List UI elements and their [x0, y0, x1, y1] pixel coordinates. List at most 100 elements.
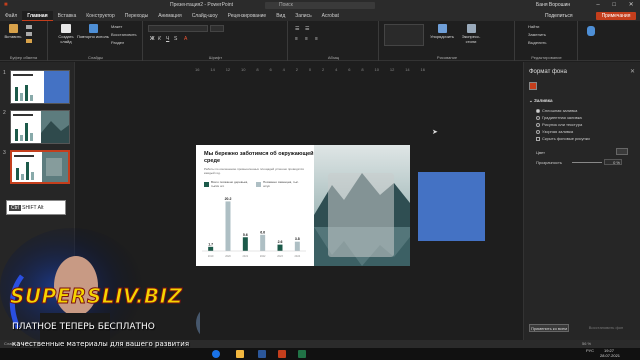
reset-background-button[interactable]: Восстановить фон — [582, 324, 630, 332]
select-button[interactable]: Выделить — [528, 40, 546, 45]
blue-rectangle-shape[interactable] — [418, 172, 485, 241]
fill-section-header[interactable]: ⌄ Заливка — [529, 98, 553, 104]
brand-subtagline: качественные материалы для вашего развит… — [12, 340, 190, 348]
reuse-slides-label: Повторно использовать слайды — [77, 34, 109, 39]
excel-icon[interactable] — [298, 350, 306, 358]
thumb-number: 2 — [3, 110, 6, 116]
picture-fill-option[interactable]: Рисунок или текстура — [536, 122, 582, 127]
chart-bar[interactable] — [277, 244, 283, 251]
slide-headline[interactable]: Мы бережно заботимся об окружающей среде — [204, 151, 314, 165]
word-icon[interactable] — [258, 350, 266, 358]
share-button[interactable]: Поделиться — [545, 12, 573, 20]
pane-close-icon[interactable]: ✕ — [630, 68, 635, 75]
reuse-slides-icon — [88, 24, 98, 33]
tab-view[interactable]: Вид — [271, 11, 290, 21]
layout-button[interactable]: Макет — [111, 24, 122, 29]
user-name[interactable]: Баня Ворошин — [536, 0, 570, 11]
checkbox-icon — [536, 136, 540, 141]
title-bar: ■ Презентация2 - PowerPoint Поиск Баня В… — [0, 0, 640, 11]
align-left-icon[interactable]: ≡ — [295, 36, 298, 42]
align-center-icon[interactable]: ≡ — [305, 36, 308, 42]
paste-icon — [8, 24, 18, 33]
ruler-tick: 16 — [420, 67, 425, 72]
frosted-card[interactable] — [328, 173, 394, 257]
chart-bar[interactable] — [242, 237, 248, 251]
new-slide-button[interactable]: Создать слайд — [55, 24, 77, 44]
slide-bar-chart[interactable]: 1.7 2019 20.2 2020 5.6 2021 6.6 2022 2.6 2023 3.8 2… — [202, 191, 306, 261]
italic-icon[interactable]: К — [158, 36, 161, 42]
reset-button[interactable]: Восстановить — [111, 32, 137, 37]
fill-category-icon[interactable] — [529, 82, 537, 90]
apply-to-all-button[interactable]: Применить ко всем — [529, 324, 569, 332]
tab-transitions[interactable]: Переходы — [120, 11, 153, 21]
option-label: Сплошная заливка — [542, 108, 578, 113]
tab-design[interactable]: Конструктор — [81, 11, 120, 21]
quick-styles-label: Экспресс-стили — [461, 34, 481, 44]
file-explorer-icon[interactable] — [236, 350, 244, 358]
hide-background-checkbox[interactable]: Скрыть фоновые рисунки — [536, 136, 590, 141]
maximize-icon[interactable]: □ — [612, 0, 616, 11]
solid-fill-option[interactable]: Сплошная заливка — [536, 108, 577, 113]
numbering-icon[interactable]: ☰ — [305, 26, 309, 32]
clock-date[interactable]: 28.07.2021 — [600, 353, 620, 358]
dictate-button[interactable] — [582, 24, 600, 50]
quick-styles-button[interactable]: Экспресс-стили — [458, 24, 484, 44]
fill-section-label: Заливка — [534, 98, 553, 103]
color-picker-button[interactable] — [616, 148, 628, 155]
chart-bar[interactable] — [208, 246, 214, 251]
format-painter-icon[interactable] — [26, 39, 32, 43]
bold-icon[interactable]: Ж — [150, 36, 155, 42]
close-icon[interactable]: ✕ — [629, 0, 634, 11]
slides-label: Слайды — [88, 55, 103, 60]
chart-bar[interactable] — [260, 234, 266, 251]
search-input[interactable]: Поиск — [265, 2, 375, 9]
slide-thumbnail-1[interactable] — [10, 70, 70, 104]
powerpoint-icon[interactable] — [278, 350, 286, 358]
reuse-slides-button[interactable]: Повторно использовать слайды — [77, 24, 109, 39]
tab-home[interactable]: Главная — [22, 11, 53, 21]
align-right-icon[interactable]: ≡ — [315, 36, 318, 42]
autosave-icon[interactable]: ■ — [4, 0, 8, 11]
section-button[interactable]: Раздел — [111, 40, 124, 45]
chart-bar[interactable] — [225, 201, 231, 251]
slide-subtext[interactable]: Работы по озеленению промышленных площад… — [204, 167, 304, 175]
chrome-icon[interactable] — [212, 350, 220, 358]
transparency-value-field[interactable]: 0 % — [604, 159, 622, 165]
tab-slideshow[interactable]: Слайд-шоу — [187, 11, 223, 21]
minimize-icon[interactable]: – — [596, 0, 599, 11]
option-label: Рисунок или текстура — [542, 122, 583, 127]
cut-icon[interactable] — [26, 25, 32, 29]
strikethrough-icon[interactable]: S — [174, 36, 177, 42]
brand-logo-text: SUPERSLIV.BIZ — [10, 284, 183, 309]
chart-bar[interactable] — [294, 241, 300, 251]
ruler-tick: 4 — [335, 67, 338, 72]
gradient-fill-option[interactable]: Градиентная заливка — [536, 115, 582, 120]
lake-mountains-image[interactable] — [314, 145, 410, 266]
zoom-level[interactable]: 56 % — [582, 340, 591, 348]
replace-button[interactable]: Заменить — [528, 32, 546, 37]
find-button[interactable]: Найти — [528, 24, 539, 29]
tab-review[interactable]: Рецензирование — [223, 11, 272, 21]
arrange-button[interactable]: Упорядочить — [430, 24, 454, 39]
transparency-slider[interactable] — [572, 162, 602, 163]
notes-button[interactable]: Примечания — [596, 12, 636, 20]
keyboard-language[interactable]: РУС — [586, 348, 594, 353]
tab-file[interactable]: Файл — [0, 11, 22, 21]
option-label: Скрыть фоновые рисунки — [542, 136, 590, 141]
current-slide[interactable]: Мы бережно заботимся об окружающей среде… — [196, 145, 410, 266]
pattern-fill-option[interactable]: Узорная заливка — [536, 129, 573, 134]
shapes-gallery[interactable] — [384, 24, 424, 46]
font-name-field[interactable] — [148, 25, 208, 32]
bullets-icon[interactable]: ☰ — [295, 26, 299, 32]
copy-icon[interactable] — [26, 32, 32, 36]
slide-thumbnail-3[interactable] — [10, 150, 70, 184]
tab-insert[interactable]: Вставка — [53, 11, 82, 21]
tab-acrobat[interactable]: Acrobat — [317, 11, 344, 21]
tab-animations[interactable]: Анимация — [153, 11, 186, 21]
underline-icon[interactable]: Ч — [166, 36, 169, 42]
font-size-field[interactable] — [210, 25, 224, 32]
paste-button[interactable]: Вставить — [4, 24, 22, 39]
font-color-icon[interactable]: A — [184, 36, 187, 42]
tab-record[interactable]: Запись — [290, 11, 316, 21]
slide-thumbnail-2[interactable] — [10, 110, 70, 144]
